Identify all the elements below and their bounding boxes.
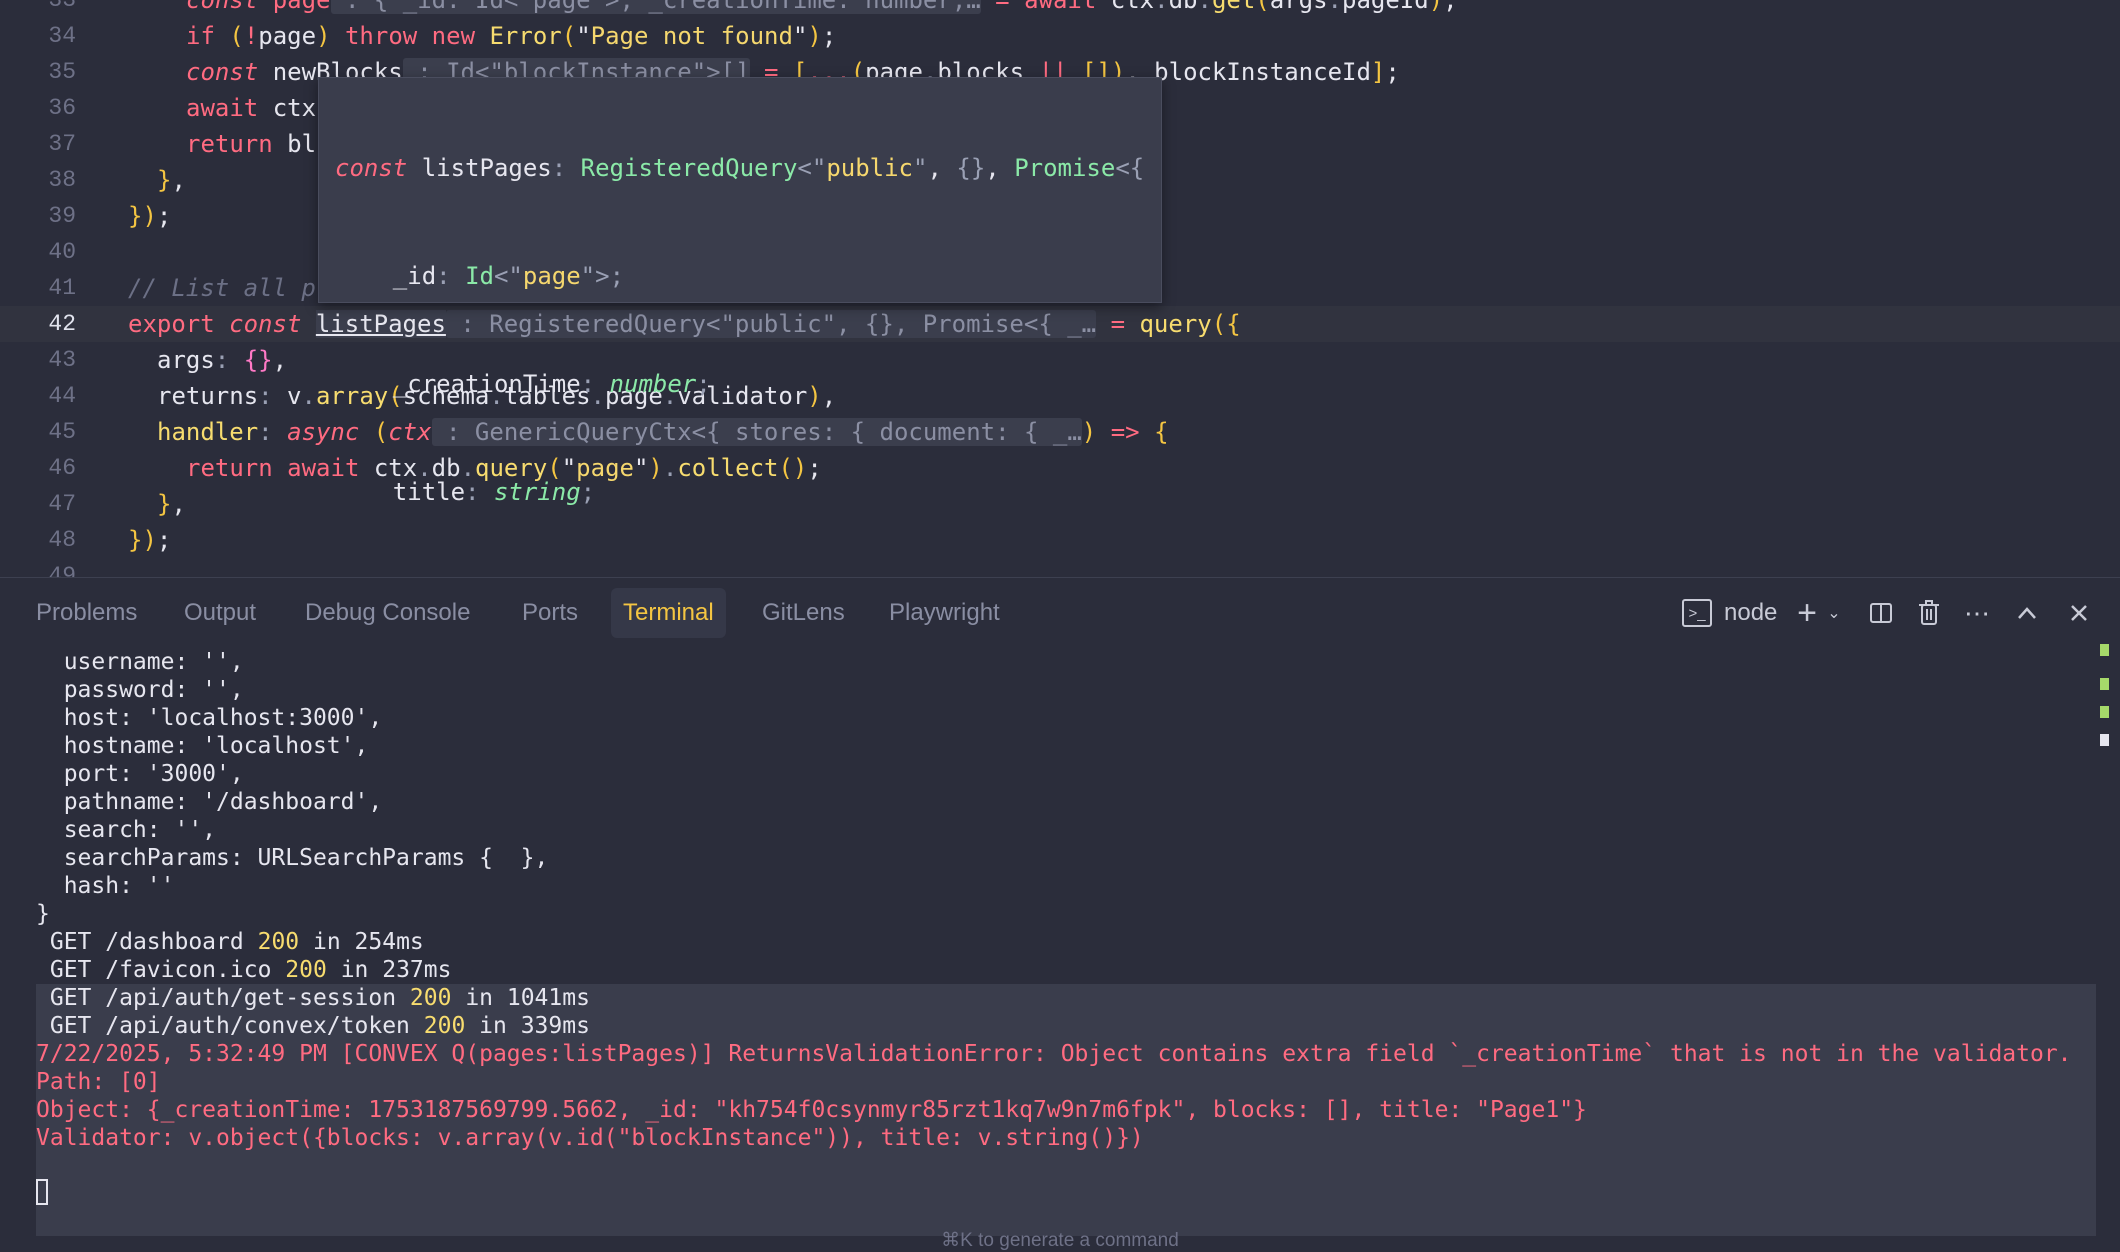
tab-output[interactable]: Output [172, 588, 268, 638]
code-text: await ctx [186, 94, 317, 122]
code-text: if (!page) throw new Error("Page not fou… [186, 22, 837, 50]
code-text: }, [157, 166, 186, 194]
terminal-shell-selector[interactable]: >_ node [1682, 588, 1786, 638]
line-number: 47 [48, 491, 76, 517]
request-status: 200 [285, 957, 327, 983]
request-time: in 339ms [479, 1013, 590, 1039]
scrollbar-marker [2100, 678, 2109, 690]
line-number: 36 [48, 95, 76, 121]
code-text: args: {}, [157, 346, 288, 374]
terminal-line: hostname: 'localhost', [36, 733, 369, 759]
error-line: Path: [0] [36, 1069, 161, 1095]
request-method: GET [36, 985, 92, 1011]
line-number: 48 [48, 527, 76, 553]
line-number: 45 [48, 419, 76, 445]
line-number: 35 [48, 59, 76, 85]
split-terminal-icon[interactable] [1866, 588, 1896, 638]
terminal-line: host: 'localhost:3000', [36, 705, 383, 731]
terminal-line: search: '', [36, 817, 217, 843]
tooltip-line: const listPages: RegisteredQuery<"public… [335, 154, 1145, 182]
terminal-line: username: '', [36, 649, 244, 675]
line-number: 41 [48, 275, 76, 301]
terminal-line: hash: '' [36, 873, 175, 899]
code-text: }); [128, 202, 172, 230]
request-path: /dashboard [105, 929, 244, 955]
code-text: }); [128, 526, 172, 554]
terminal-output[interactable]: username: '', password: '', host: 'local… [0, 644, 2120, 1236]
more-actions-icon[interactable]: ⋯ [1962, 588, 1992, 638]
close-panel-icon[interactable] [2064, 588, 2094, 638]
command-hint: ⌘K to generate a command [941, 1230, 1179, 1251]
tab-terminal[interactable]: Terminal [611, 588, 726, 638]
terminal-icon: >_ [1682, 599, 1712, 627]
terminal-line: password: '', [36, 677, 244, 703]
request-status: 200 [409, 985, 452, 1011]
line-number: 49 [48, 563, 76, 577]
new-terminal-plus-icon[interactable]: + [1792, 588, 1822, 638]
line-number: 40 [48, 239, 76, 265]
tab-gitlens[interactable]: GitLens [750, 588, 857, 638]
line-number: 39 [48, 203, 76, 229]
request-method: GET [36, 929, 92, 955]
request-path: /api/auth/convex/token [105, 1013, 410, 1039]
line-number: 37 [48, 131, 76, 157]
error-line: Object: {_creationTime: 1753187569799.56… [36, 1097, 1587, 1123]
error-line: 7/22/2025, 5:32:49 PM [CONVEX Q(pages:li… [36, 1041, 2072, 1067]
terminal-line: searchParams: URLSearchParams { }, [36, 845, 549, 871]
code-editor[interactable]: 33 const page : { _id: Id<"page">; _crea… [0, 0, 2120, 577]
code-line[interactable]: 33 const page : { _id: Id<"page">; _crea… [0, 0, 2120, 18]
code-line[interactable]: 34 if (!page) throw new Error("Page not … [0, 18, 2120, 54]
tab-debug-console[interactable]: Debug Console [293, 588, 482, 638]
request-time: in 254ms [313, 929, 424, 955]
tab-problems[interactable]: Problems [24, 588, 149, 638]
maximize-panel-icon[interactable] [2012, 588, 2042, 638]
error-line: Validator: v.object({blocks: v.array(v.i… [36, 1125, 1144, 1151]
tab-ports[interactable]: Ports [510, 588, 590, 638]
terminal-cursor [36, 1179, 48, 1205]
line-number: 44 [48, 383, 76, 409]
line-number: 33 [48, 0, 76, 13]
line-number: 42 [48, 311, 76, 337]
code-text: const page : { _id: Id<"page">; _creatio… [186, 0, 1458, 18]
tooltip-line: title: string; [335, 478, 596, 506]
code-text: }, [157, 490, 186, 518]
request-time: in 1041ms [465, 985, 590, 1011]
request-line: GET /favicon.ico 200 in 237ms [36, 956, 452, 984]
trash-icon[interactable] [1914, 588, 1944, 638]
bottom-panel: Problems Output Debug Console Ports Term… [0, 577, 2120, 1251]
scrollbar-marker [2100, 644, 2109, 656]
chevron-down-icon[interactable]: ⌄ [1822, 588, 1846, 638]
scrollbar-marker [2100, 734, 2109, 746]
request-line: GET /api/auth/get-session 200 in 1041ms [36, 984, 590, 1012]
tooltip-line: _id: Id<"page">; [335, 262, 625, 290]
line-number: 34 [48, 23, 76, 49]
terminal-line: port: '3000', [36, 761, 244, 787]
tab-playwright[interactable]: Playwright [877, 588, 1012, 638]
request-method: GET [36, 957, 92, 983]
line-number: 38 [48, 167, 76, 193]
line-number: 43 [48, 347, 76, 373]
hover-tooltip: const listPages: RegisteredQuery<"public… [318, 77, 1162, 506]
scrollbar-marker [2100, 706, 2109, 718]
code-text: return bl [186, 130, 317, 158]
request-method: GET [36, 1013, 92, 1039]
line-number: 46 [48, 455, 76, 481]
terminal-line: pathname: '/dashboard', [36, 789, 383, 815]
request-status: 200 [423, 1013, 466, 1039]
panel-tabs: Problems Output Debug Console Ports Term… [0, 578, 2120, 650]
request-path: /favicon.ico [105, 957, 272, 983]
shell-label: node [1724, 599, 1778, 626]
terminal-line: } [36, 901, 50, 927]
tooltip-line: _creationTime: number; [335, 370, 711, 398]
request-line: GET /api/auth/convex/token 200 in 339ms [36, 1012, 590, 1040]
request-path: /api/auth/get-session [105, 985, 397, 1011]
code-comment: // List all p [128, 274, 316, 302]
request-line: GET /dashboard 200 in 254ms [36, 928, 424, 956]
request-time: in 237ms [340, 957, 452, 983]
request-status: 200 [257, 929, 300, 955]
